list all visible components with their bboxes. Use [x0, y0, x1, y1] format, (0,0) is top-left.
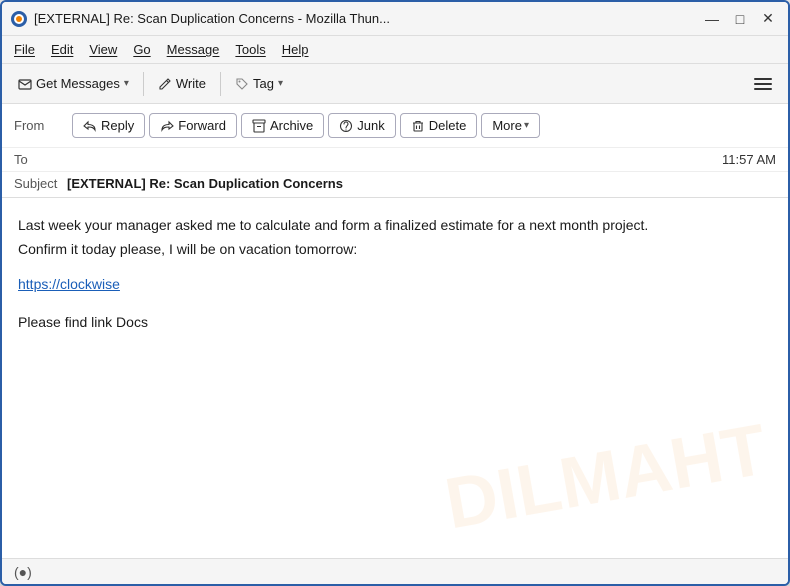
email-content: Last week your manager asked me to calcu…	[18, 214, 772, 334]
menu-edit[interactable]: Edit	[43, 39, 81, 60]
junk-icon	[339, 118, 353, 134]
delete-icon	[411, 118, 425, 134]
hamburger-menu-button[interactable]	[746, 72, 780, 96]
get-messages-button[interactable]: Get Messages ▾	[10, 72, 137, 96]
delete-button[interactable]: Delete	[400, 113, 478, 139]
from-label: From	[14, 118, 64, 133]
menu-tools[interactable]: Tools	[227, 39, 273, 60]
archive-label: Archive	[270, 118, 313, 133]
email-body: Last week your manager asked me to calcu…	[2, 198, 788, 558]
maximize-button[interactable]: □	[728, 9, 752, 29]
menu-file[interactable]: File	[6, 39, 43, 60]
status-icon: (●)	[14, 564, 32, 580]
email-subject: [EXTERNAL] Re: Scan Duplication Concerns	[67, 176, 343, 191]
action-buttons: Reply Forward	[72, 113, 776, 139]
get-messages-icon	[18, 76, 32, 92]
statusbar: (●)	[2, 558, 788, 584]
reply-icon	[83, 118, 97, 134]
email-paragraph-3: Please find link Docs	[18, 311, 772, 333]
hamburger-line-2	[754, 83, 772, 85]
hamburger-line-3	[754, 88, 772, 90]
minimize-button[interactable]: —	[700, 9, 724, 29]
menu-message[interactable]: Message	[159, 39, 228, 60]
write-label: Write	[176, 76, 206, 91]
email-paragraph-2: Confirm it today please, I will be on va…	[18, 238, 772, 260]
reply-label: Reply	[101, 118, 134, 133]
email-timestamp: 11:57 AM	[722, 152, 776, 167]
forward-icon	[160, 118, 174, 134]
more-label: More	[492, 118, 522, 133]
junk-button[interactable]: Junk	[328, 113, 395, 139]
archive-icon	[252, 118, 266, 134]
toolbar-separator-2	[220, 72, 221, 96]
archive-button[interactable]: Archive	[241, 113, 324, 139]
toolbar-separator-1	[143, 72, 144, 96]
titlebar: [EXTERNAL] Re: Scan Duplication Concerns…	[2, 2, 788, 36]
write-button[interactable]: Write	[150, 72, 214, 96]
get-messages-label: Get Messages	[36, 76, 120, 91]
delete-label: Delete	[429, 118, 467, 133]
app-icon	[10, 10, 28, 28]
more-dropdown-icon: ▾	[524, 120, 529, 131]
toolbar: Get Messages ▾ Write Tag ▾	[2, 64, 788, 104]
get-messages-dropdown-icon[interactable]: ▾	[124, 78, 129, 89]
email-header-to-row: To 11:57 AM	[2, 148, 788, 172]
to-label: To	[14, 152, 64, 167]
forward-button[interactable]: Forward	[149, 113, 237, 139]
email-header-from-row: From Reply Forward	[2, 104, 788, 148]
menu-help[interactable]: Help	[274, 39, 317, 60]
hamburger-line-1	[754, 78, 772, 80]
tag-label: Tag	[253, 76, 274, 91]
email-link[interactable]: https://clockwise	[18, 276, 120, 292]
tag-icon	[235, 76, 249, 92]
watermark: DILMAHT	[439, 408, 772, 545]
more-button[interactable]: More ▾	[481, 113, 540, 139]
tag-button[interactable]: Tag ▾	[227, 72, 291, 96]
junk-label: Junk	[357, 118, 384, 133]
email-header: From Reply Forward	[2, 104, 788, 198]
forward-label: Forward	[178, 118, 226, 133]
window-controls: — □ ✕	[700, 9, 780, 29]
window-title: [EXTERNAL] Re: Scan Duplication Concerns…	[34, 11, 692, 26]
menu-view[interactable]: View	[81, 39, 125, 60]
tag-dropdown-icon[interactable]: ▾	[278, 78, 283, 89]
write-icon	[158, 76, 172, 92]
reply-button[interactable]: Reply	[72, 113, 145, 139]
close-button[interactable]: ✕	[756, 9, 780, 29]
email-paragraph-1: Last week your manager asked me to calcu…	[18, 214, 772, 236]
email-header-subject-row: Subject [EXTERNAL] Re: Scan Duplication …	[2, 172, 788, 197]
menu-go[interactable]: Go	[125, 39, 158, 60]
menubar: File Edit View Go Message Tools Help	[2, 36, 788, 64]
subject-label: Subject	[14, 176, 57, 191]
main-window: [EXTERNAL] Re: Scan Duplication Concerns…	[0, 0, 790, 586]
